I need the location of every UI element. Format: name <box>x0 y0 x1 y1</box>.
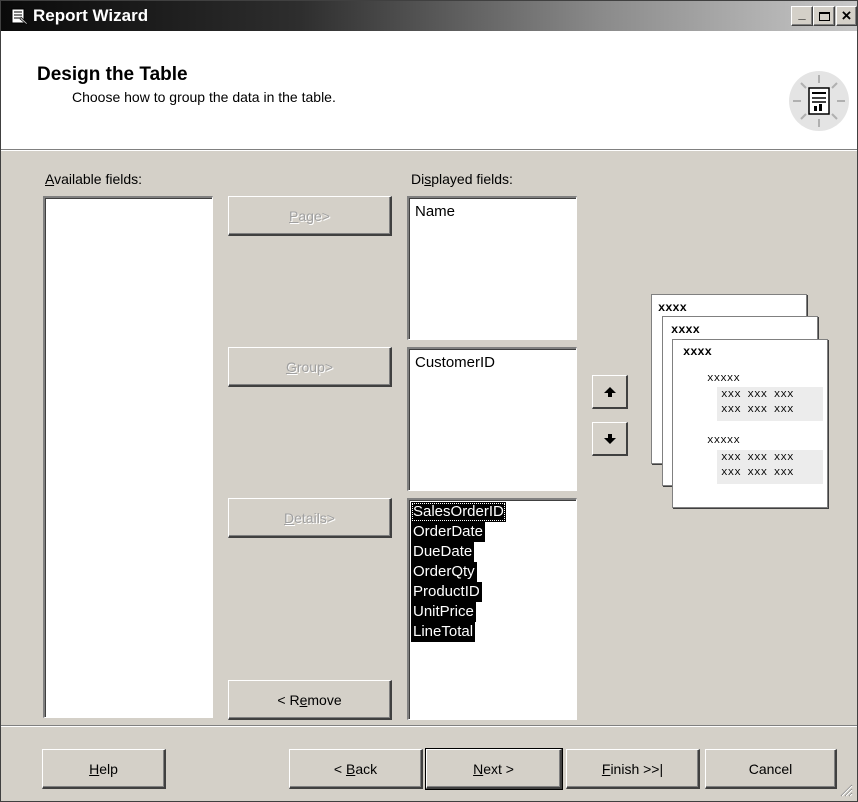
page-fields-list[interactable]: Name <box>407 196 577 340</box>
remove-button[interactable]: < Re move <box>228 680 392 720</box>
preview-text: xxxxx <box>707 435 741 447</box>
preview-text: xxxx <box>671 323 700 337</box>
help-button[interactable]: Help <box>42 749 166 789</box>
list-item[interactable]: LineTotal <box>411 622 476 642</box>
report-lightbulb-icon <box>789 71 849 131</box>
preview-text: xxxxx <box>707 373 741 385</box>
minimize-button[interactable]: _ <box>791 6 813 26</box>
preview-text: xxx xxx xxx <box>721 404 794 416</box>
arrow-down-icon <box>603 433 616 444</box>
minimize-icon: _ <box>798 5 806 21</box>
preview-text: xxx xxx xxx <box>721 452 794 464</box>
close-icon: × <box>841 6 852 25</box>
cancel-button[interactable]: Cancel <box>705 749 837 789</box>
details-button[interactable]: Details> <box>228 498 392 538</box>
preview-page-3: xxxx xxxxx xxx xxx xxx xxx xxx xxx xxxxx… <box>672 339 828 508</box>
next-button[interactable]: Next > <box>425 748 563 790</box>
preview-text: xxx xxx xxx <box>721 389 794 401</box>
maximize-button[interactable] <box>813 6 835 26</box>
list-item[interactable]: Name <box>413 202 572 222</box>
list-item[interactable]: OrderDate <box>411 522 486 542</box>
available-fields-list[interactable] <box>43 196 213 718</box>
displayed-fields-label: Displayed fields: <box>411 171 513 187</box>
preview-text: xxxx <box>658 301 687 315</box>
available-fields-label: Available fields: <box>45 171 143 187</box>
group-fields-list[interactable]: CustomerID <box>407 347 577 491</box>
page-title: Design the Table <box>37 64 188 85</box>
detail-items: SalesOrderID OrderDate DueDate OrderQty … <box>409 500 576 642</box>
page-subtitle: Choose how to group the data in the tabl… <box>72 89 336 105</box>
back-button[interactable]: < Back <box>289 749 423 789</box>
move-down-button[interactable] <box>592 422 628 456</box>
report-wizard-window: Report Wizard _ × Design the Table Choos… <box>0 0 858 802</box>
title-bar: Report Wizard _ × <box>1 1 857 31</box>
finish-button[interactable]: Finish >>| <box>566 749 700 789</box>
arrow-up-icon <box>603 386 616 397</box>
preview-text: xxx xxx xxx <box>721 467 794 479</box>
detail-fields-list[interactable]: SalesOrderID OrderDate DueDate OrderQty … <box>407 498 577 720</box>
page-button[interactable]: Page> <box>228 196 392 236</box>
wizard-header: Design the Table Choose how to group the… <box>1 31 857 150</box>
list-item[interactable]: UnitPrice <box>411 602 476 622</box>
list-item[interactable]: CustomerID <box>413 353 572 373</box>
list-item[interactable]: SalesOrderID <box>411 502 506 522</box>
maximize-icon <box>818 11 830 21</box>
footer-divider-highlight <box>1 726 857 727</box>
move-up-button[interactable] <box>592 375 628 409</box>
group-button[interactable]: Group> <box>228 347 392 387</box>
resize-grip-icon[interactable] <box>839 783 853 797</box>
list-item[interactable]: OrderQty <box>411 562 477 582</box>
list-item[interactable]: ProductID <box>411 582 482 602</box>
window-title: Report Wizard <box>33 6 149 25</box>
header-divider <box>1 150 857 151</box>
preview-text: xxxx <box>683 345 712 359</box>
list-item[interactable]: DueDate <box>411 542 475 562</box>
close-button[interactable]: × <box>836 6 857 26</box>
report-wizard-icon <box>11 8 29 25</box>
